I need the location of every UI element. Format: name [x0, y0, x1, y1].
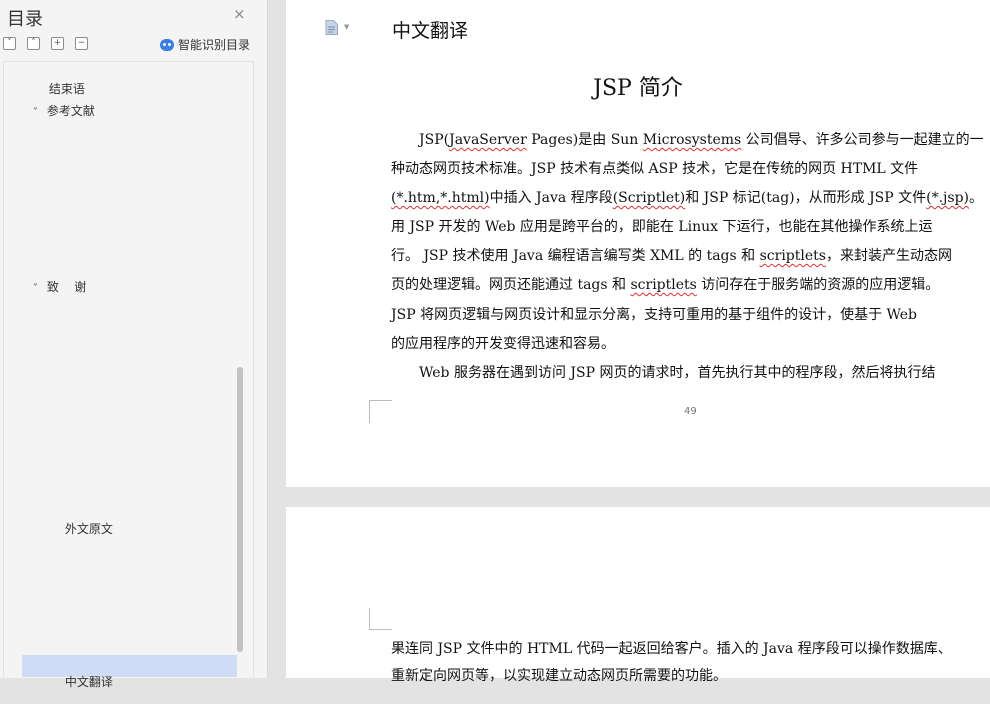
paragraph-line: (*.htm,*.html)中插入 Java 程序段(Scriptlet)和 J…: [391, 190, 984, 206]
paragraph-line: 页的处理逻辑。网页还能通过 tags 和 scriptlets 访问存在于服务端…: [391, 277, 940, 293]
page-header: 中文翻译: [392, 20, 469, 42]
toc-title: 目录: [7, 9, 43, 30]
toc-tree: 结束语 ˅ 参考文献 ˅ 致 谢 外文原文 中文翻译: [3, 61, 254, 689]
ai-assistant-icon: [160, 39, 174, 51]
page-number: 49: [684, 406, 697, 417]
chevron-down-icon[interactable]: ˅: [33, 283, 47, 294]
paragraph-line: 种动态网页技术标准。JSP 技术有点类似 ASP 技术，它是在传统的网页 HTM…: [391, 161, 919, 177]
paragraph-line: 用 JSP 开发的 Web 应用是跨平台的，即能在 Linux 下运行，也能在其…: [391, 219, 933, 235]
smart-toc-label: 智能识别目录: [178, 38, 251, 52]
expand-all-icon[interactable]: ˄: [27, 37, 40, 50]
remove-heading-icon[interactable]: −: [75, 37, 88, 50]
toc-sidebar: 目录 × ˅ ˄ + − 智能识别目录 结束语 ˅ 参考文献 ˅ 致 谢 外文原文 …: [0, 0, 268, 689]
toc-item-acknowledgements[interactable]: ˅ 致 谢: [10, 264, 86, 309]
document-page[interactable]: ▼ 中文翻译 JSP 简介 JSP(JavaServer Pages)是由 Su…: [286, 0, 990, 487]
toc-item-references[interactable]: ˅ 参考文献: [10, 88, 95, 133]
paragraph-line: JSP 将网页逻辑与网页设计和显示分离，支持可重用的基于组件的设计，使基于 We…: [391, 307, 918, 323]
margin-corner-marker: [369, 608, 392, 630]
dropdown-arrow-icon[interactable]: ▼: [344, 23, 349, 31]
add-heading-icon[interactable]: +: [51, 37, 64, 50]
paragraph-line: 的应用程序的开发变得迅速和容易。: [391, 336, 615, 352]
toc-scrollbar[interactable]: [237, 367, 243, 652]
paragraph-line: 行。 JSP 技术使用 Java 编程语言编写类 XML 的 tags 和 sc…: [391, 248, 952, 264]
smart-toc-button[interactable]: 智能识别目录: [160, 36, 250, 53]
paragraph-line: JSP(JavaServer Pages)是由 Sun Microsystems…: [391, 132, 984, 148]
toc-item-chinese-translation[interactable]: 中文翻译: [42, 659, 113, 704]
chevron-down-icon[interactable]: ˅: [33, 107, 47, 118]
paragraph-line: 果连同 JSP 文件中的 HTML 代码一起返回给客户。插入的 Java 程序段…: [391, 641, 952, 657]
document-page[interactable]: 果连同 JSP 文件中的 HTML 代码一起返回给客户。插入的 Java 程序段…: [286, 507, 990, 684]
close-icon[interactable]: ×: [233, 7, 246, 22]
margin-corner-marker: [369, 400, 392, 423]
document-icon[interactable]: [325, 20, 338, 35]
paragraph-line: 重新定向网页等，以实现建立动态网页所需要的功能。: [391, 668, 727, 684]
collapse-all-icon[interactable]: ˅: [3, 37, 16, 50]
document-title: JSP 简介: [593, 76, 683, 101]
paragraph-line: Web 服务器在遇到访问 JSP 网页的请求时，首先执行其中的程序段，然后将执行…: [391, 365, 936, 381]
toc-item-foreign-original[interactable]: 外文原文: [42, 506, 113, 551]
